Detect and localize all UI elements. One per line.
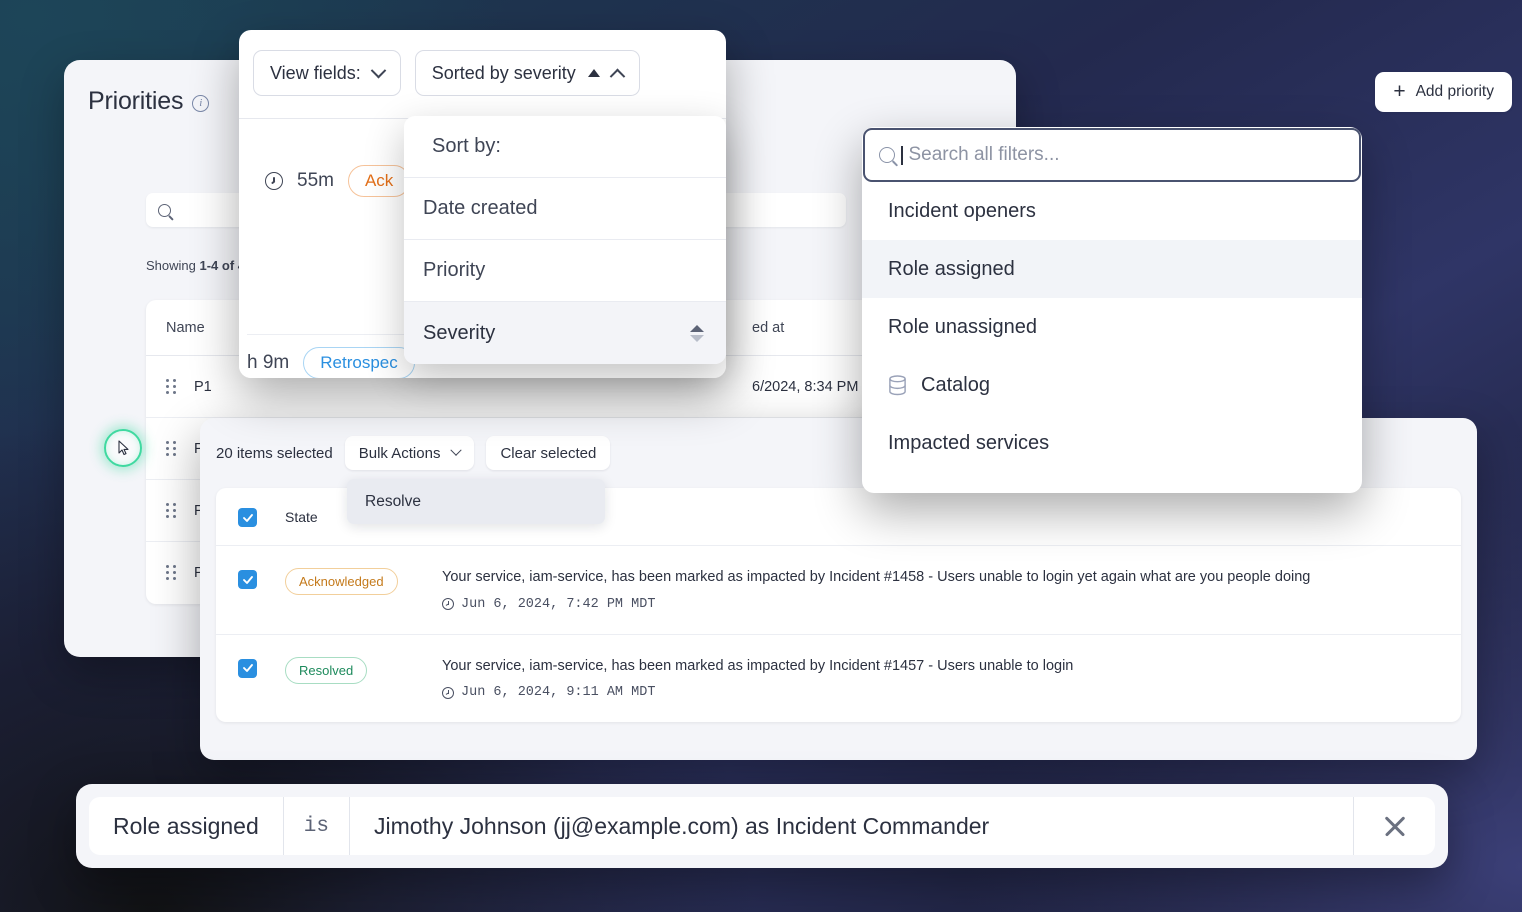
- drag-handle-icon[interactable]: [166, 440, 178, 457]
- view-fields-label: View fields:: [270, 62, 361, 83]
- filter-search-panel: Search all filters... Incident openers R…: [862, 127, 1362, 493]
- page-title: Priorities: [88, 86, 184, 115]
- peek-status-chip-ack: Ack: [347, 165, 411, 197]
- mouse-cursor-icon: [118, 440, 129, 456]
- active-filter-bar: Role assigned is Jimothy Johnson (jj@exa…: [76, 784, 1448, 868]
- sort-menu-item-priority[interactable]: Priority: [404, 240, 726, 302]
- filter-pill: Role assigned is Jimothy Johnson (jj@exa…: [89, 797, 1435, 855]
- add-priority-label: Add priority: [1415, 83, 1494, 100]
- chevron-down-icon: [450, 444, 463, 456]
- filter-item-label: Role assigned: [888, 257, 1015, 280]
- row-checkbox[interactable]: [238, 658, 257, 678]
- notification-timestamp-row: Jun 6, 2024, 7:42 PM MDT: [442, 597, 1445, 612]
- sort-menu-item-severity[interactable]: Severity: [404, 302, 726, 364]
- filter-item-label: Catalog: [921, 373, 990, 396]
- clock-icon: [265, 172, 283, 190]
- peek-status-chip-retro: Retrospec: [303, 347, 415, 378]
- sort-item-label: Priority: [423, 259, 486, 281]
- bulk-actions-dropdown[interactable]: Bulk Actions: [344, 436, 475, 470]
- sort-by-menu: Sort by: Date created Priority Severity: [404, 116, 726, 364]
- drag-handle-icon[interactable]: [166, 502, 178, 519]
- clear-selected-button[interactable]: Clear selected: [486, 436, 611, 470]
- row-checkbox[interactable]: [238, 570, 257, 589]
- notification-timestamp: Jun 6, 2024, 7:42 PM MDT: [461, 596, 656, 612]
- filter-item-label: Role unassigned: [888, 315, 1037, 338]
- row-state-cell: Resolved: [257, 656, 442, 684]
- row-message-cell: Your service, iam-service, has been mark…: [442, 657, 1445, 700]
- search-icon: [158, 203, 171, 217]
- filter-item-label: Incident openers: [888, 199, 1036, 222]
- search-icon: [879, 147, 895, 163]
- remove-filter-button[interactable]: [1353, 797, 1435, 855]
- peek-duration-2: h 9m: [247, 352, 290, 373]
- notification-timestamp-row: Jun 6, 2024, 9:11 AM MDT: [442, 685, 1445, 700]
- filter-item-role-assigned[interactable]: Role assigned: [862, 240, 1362, 298]
- drag-handle-icon[interactable]: [166, 565, 178, 581]
- notification-message: Your service, iam-service, has been mark…: [442, 569, 1311, 585]
- filter-search-placeholder: Search all filters...: [908, 144, 1060, 165]
- filter-item-incident-openers[interactable]: Incident openers: [862, 182, 1362, 240]
- database-icon: [889, 374, 906, 395]
- text-caret: [901, 145, 903, 165]
- filter-item-impacted-services[interactable]: Impacted services: [862, 414, 1362, 472]
- notification-message: Your service, iam-service, has been mark…: [442, 657, 1074, 674]
- view-fields-toolbar: View fields: Sorted by severity: [239, 30, 726, 96]
- sort-item-label: Severity: [423, 321, 496, 344]
- close-icon: [1382, 813, 1408, 839]
- clock-icon: [442, 598, 454, 611]
- plus-icon: +: [1393, 80, 1406, 103]
- bulk-action-resolve-item[interactable]: Resolve: [347, 479, 605, 524]
- select-all-checkbox[interactable]: [238, 508, 257, 527]
- showing-prefix: Showing: [146, 258, 200, 273]
- filter-item-label: Impacted services: [888, 431, 1050, 454]
- filter-item-catalog[interactable]: Catalog: [862, 356, 1362, 414]
- filter-field[interactable]: Role assigned: [89, 797, 283, 855]
- status-badge: Resolved: [285, 656, 368, 684]
- notification-timestamp: Jun 6, 2024, 9:11 AM MDT: [461, 685, 656, 701]
- sort-by-menu-header: Sort by:: [404, 116, 726, 178]
- priority-name: P1: [194, 378, 212, 395]
- row-message-cell: Your service, iam-service, has been mark…: [442, 568, 1445, 612]
- drag-handle-icon[interactable]: [166, 378, 178, 395]
- sorted-by-label: Sorted by severity: [431, 62, 576, 83]
- clock-icon: [442, 686, 454, 699]
- sorted-by-dropdown[interactable]: Sorted by severity: [414, 50, 640, 96]
- row-name-cell: P1: [146, 378, 396, 395]
- sort-toggle-icon[interactable]: [690, 324, 704, 342]
- chevron-down-icon: [370, 62, 386, 78]
- sort-ascending-icon: [587, 69, 600, 77]
- clear-selected-label: Clear selected: [500, 444, 597, 462]
- filter-value[interactable]: Jimothy Johnson (jj@example.com) as Inci…: [350, 797, 1353, 855]
- sort-menu-item-date-created[interactable]: Date created: [404, 178, 726, 240]
- chevron-up-icon: [609, 68, 626, 84]
- notification-row[interactable]: Acknowledged Your service, iam-service, …: [216, 546, 1461, 635]
- bulk-actions-label: Bulk Actions: [358, 444, 441, 462]
- filter-operator[interactable]: is: [282, 797, 350, 855]
- sort-item-label: Date created: [423, 197, 538, 219]
- view-fields-dropdown[interactable]: View fields:: [253, 50, 401, 96]
- status-badge: Acknowledged: [285, 568, 398, 595]
- notification-row[interactable]: Resolved Your service, iam-service, has …: [216, 635, 1461, 723]
- selected-count-label: 20 items selected: [216, 444, 333, 462]
- peek-row-1: 55m Ack: [265, 165, 411, 197]
- peek-duration-1: 55m: [297, 170, 334, 191]
- add-priority-button[interactable]: + Add priority: [1375, 72, 1512, 112]
- row-state-cell: Acknowledged: [257, 568, 442, 595]
- info-icon[interactable]: i: [192, 94, 210, 112]
- filter-search-input[interactable]: Search all filters...: [863, 128, 1361, 182]
- filter-item-role-unassigned[interactable]: Role unassigned: [862, 298, 1362, 356]
- resolve-label: Resolve: [365, 492, 421, 510]
